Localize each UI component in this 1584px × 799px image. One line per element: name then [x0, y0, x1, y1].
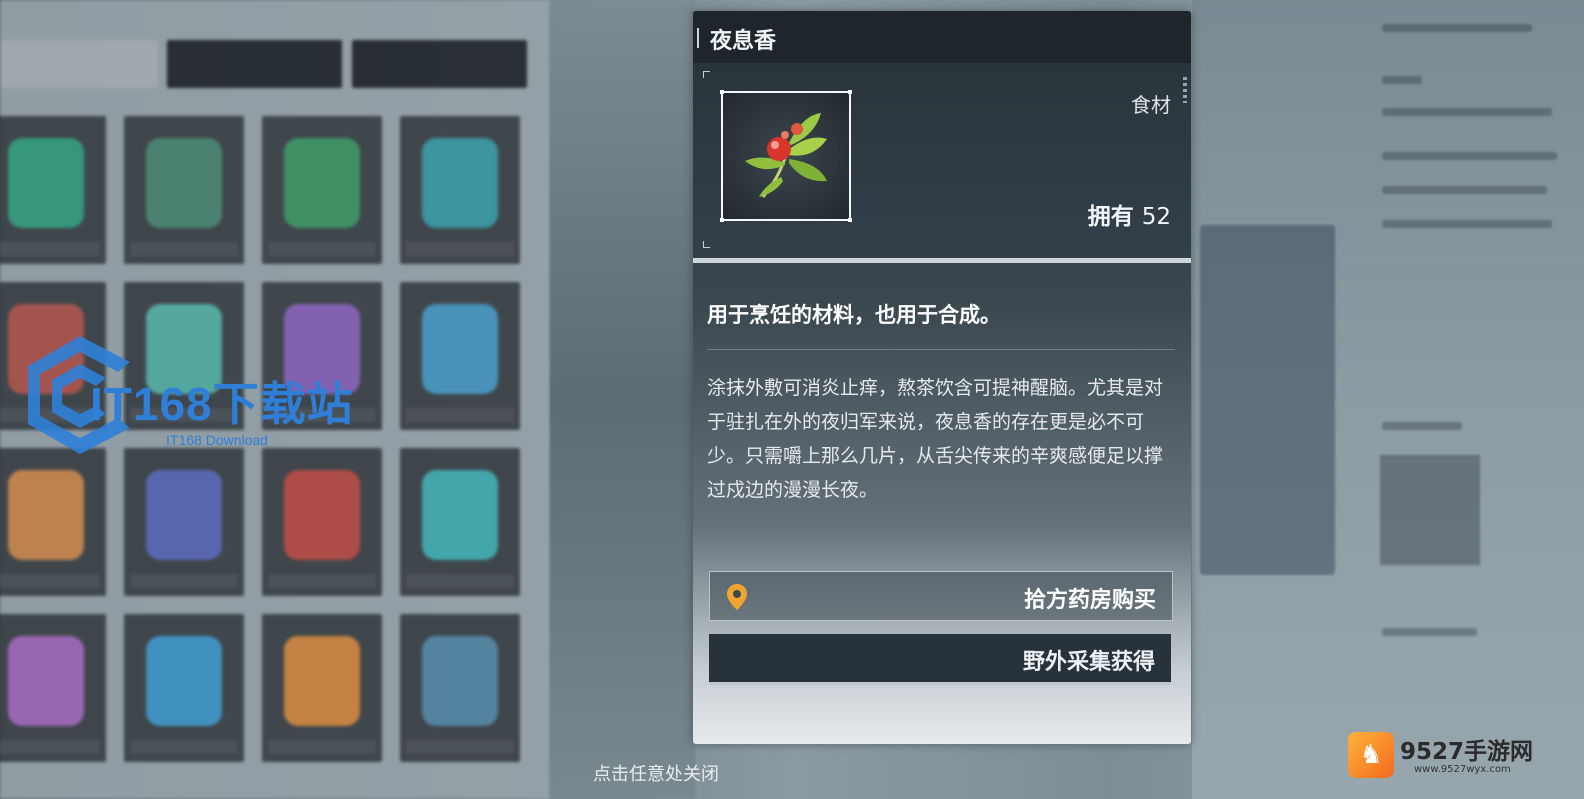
bg-item-slot [262, 448, 382, 596]
source-wild-gathering-button[interactable]: 野外采集获得 [709, 634, 1171, 685]
it168-watermark: IT168下载站 IT168 Download [18, 332, 408, 462]
bg-item-slot [0, 448, 106, 596]
item-lore-description: 涂抹外敷可消炎止痒，熬茶饮含可提神醒脑。尤其是对于驻扎在外的夜归军来说，夜息香的… [707, 377, 1164, 501]
background-strip [550, 0, 695, 799]
it168-watermark-subtitle: IT168 Download [166, 432, 268, 448]
owned-count: 52 [1141, 204, 1171, 230]
location-pin-icon [727, 584, 747, 610]
it168-watermark-title: IT168下载站 [90, 378, 354, 430]
bg-tab [167, 40, 342, 88]
bg-item-slot [0, 614, 106, 762]
owned-count-row: 拥有 52 [1088, 197, 1171, 231]
bg-item-slot [124, 448, 244, 596]
source-label: 拾方药房购买 [1023, 588, 1156, 613]
description-divider [707, 349, 1175, 350]
background-panel [1200, 225, 1335, 575]
section-divider [693, 258, 1191, 263]
bg-item-slot [0, 116, 106, 264]
horse-logo-icon: ♞ [1348, 732, 1394, 778]
dialog-header: 夜息香 [693, 11, 1191, 63]
herb-sprig-icon [745, 113, 827, 198]
bg-item-slot [124, 614, 244, 762]
bg-item-slot [124, 116, 244, 264]
bg-tab [352, 40, 527, 88]
source-label: 野外采集获得 [1022, 650, 1155, 675]
bg-item-slot [400, 448, 520, 596]
bg-item-slot [400, 116, 520, 264]
header-accent [697, 28, 699, 48]
9527-watermark-name: 9527手游网 [1400, 739, 1534, 765]
tap-to-close-hint[interactable]: 点击任意处关闭 [0, 760, 1584, 786]
source-pharmacy-button[interactable]: 拾方药房购买 [709, 571, 1173, 621]
item-summary: 食材 拥有 52 [693, 63, 1191, 263]
background-item-card [1380, 455, 1480, 565]
owned-label: 拥有 [1087, 204, 1134, 230]
item-icon-frame [720, 90, 852, 222]
item-short-description: 用于烹饪的材料，也用于合成。 [707, 303, 1001, 327]
9527-watermark-url: www.9527wyx.com [1414, 764, 1511, 775]
bg-item-slot [400, 282, 520, 430]
scroll-indicator [1183, 77, 1187, 103]
9527-watermark: ♞ 9527手游网 www.9527wyx.com [1348, 730, 1548, 782]
item-name: 夜息香 [710, 29, 777, 54]
bg-item-slot [262, 116, 382, 264]
close-hint-text: 点击任意处关闭 [593, 764, 719, 785]
item-detail-dialog[interactable]: 夜息香 食材 拥有 52 用于烹饪的材料，也用于合成。 涂抹外敷可消炎止痒，熬茶… [693, 11, 1191, 744]
item-category: 食材 [1131, 93, 1171, 117]
bg-item-slot [400, 614, 520, 762]
bg-item-slot [262, 614, 382, 762]
bg-tab [0, 40, 158, 88]
